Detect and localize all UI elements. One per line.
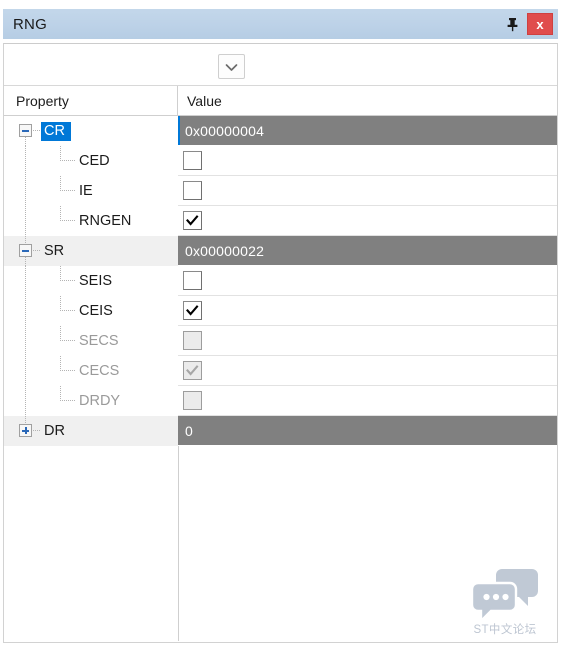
selection-edge (178, 116, 180, 145)
column-header-value[interactable]: Value (178, 86, 557, 115)
pin-icon[interactable] (499, 11, 525, 37)
table-row[interactable]: SECS (4, 326, 557, 356)
register-value: 0x00000004 (185, 122, 265, 139)
row-property-cell[interactable]: SR (4, 236, 178, 266)
row-property-cell[interactable]: DRDY (4, 386, 178, 416)
checkbox-checked-icon[interactable] (183, 211, 202, 230)
row-value-cell[interactable] (178, 296, 557, 326)
row-label: DR (41, 423, 68, 439)
expander-collapse-icon[interactable] (19, 124, 32, 137)
table-row[interactable]: CR 0x00000004 (4, 116, 557, 146)
table-row[interactable]: SEIS (4, 266, 557, 296)
row-label: CED (79, 153, 110, 169)
row-value-cell (178, 326, 557, 356)
table-row[interactable]: DRDY (4, 386, 557, 416)
table-row[interactable]: DR 0 (4, 416, 557, 446)
row-label: SEIS (79, 273, 113, 289)
checkbox-unchecked-icon[interactable] (183, 181, 202, 200)
checkbox-unchecked-icon[interactable] (183, 151, 202, 170)
row-property-cell[interactable]: CED (4, 146, 178, 176)
rng-register-panel: RNG x Property Value CR 0x00000004 CED I… (0, 0, 561, 646)
grid-body: CR 0x00000004 CED IE RNGEN SR 0x00000022… (4, 116, 557, 641)
row-value-cell[interactable] (178, 206, 557, 236)
table-row[interactable]: CED (4, 146, 557, 176)
row-value-cell[interactable] (178, 146, 557, 176)
row-value-cell[interactable]: 0 (178, 416, 557, 446)
checkbox-unchecked-icon[interactable] (183, 271, 202, 290)
row-label: RNGEN (79, 213, 132, 229)
row-property-cell[interactable]: DR (4, 416, 178, 446)
table-row[interactable]: RNGEN (4, 206, 557, 236)
row-property-cell[interactable]: CEIS (4, 296, 178, 326)
row-label: CR (41, 121, 71, 141)
row-label: CECS (79, 363, 120, 379)
tree-guides (4, 236, 178, 266)
row-property-cell[interactable]: SEIS (4, 266, 178, 296)
checkbox-checked-icon[interactable] (183, 301, 202, 320)
row-property-cell[interactable]: SECS (4, 326, 178, 356)
row-value-cell[interactable]: 0x00000004 (178, 116, 557, 146)
tree-guides (4, 116, 178, 146)
table-row[interactable]: CEIS (4, 296, 557, 326)
peripheral-selector-row (4, 44, 557, 86)
row-property-cell[interactable]: CECS (4, 356, 178, 386)
register-value: 0 (185, 422, 193, 439)
expander-expand-icon[interactable] (19, 424, 32, 437)
row-value-cell[interactable]: 0x00000022 (178, 236, 557, 266)
row-property-cell[interactable]: CR (4, 116, 178, 146)
row-label: IE (79, 183, 93, 199)
close-button[interactable]: x (527, 13, 553, 35)
row-property-cell[interactable]: IE (4, 176, 178, 206)
checkbox-disabled-checked-icon (183, 361, 202, 380)
row-label: CEIS (79, 303, 113, 319)
register-value: 0x00000022 (185, 242, 265, 259)
checkbox-disabled-unchecked-icon (183, 391, 202, 410)
column-header-property[interactable]: Property (4, 86, 178, 115)
expander-collapse-icon[interactable] (19, 244, 32, 257)
panel-titlebar: RNG x (3, 9, 558, 39)
row-label: SECS (79, 333, 119, 349)
panel-content: Property Value CR 0x00000004 CED IE RNGE… (3, 43, 558, 643)
row-value-cell (178, 386, 557, 416)
row-value-cell[interactable] (178, 176, 557, 206)
tree-guides (4, 416, 178, 446)
checkbox-disabled-unchecked-icon (183, 331, 202, 350)
row-property-cell[interactable]: RNGEN (4, 206, 178, 236)
table-row[interactable]: CECS (4, 356, 557, 386)
row-label: SR (41, 243, 68, 259)
panel-title: RNG (13, 15, 47, 33)
table-row[interactable]: SR 0x00000022 (4, 236, 557, 266)
row-label: DRDY (79, 393, 121, 409)
grid-header: Property Value (4, 86, 557, 116)
table-row[interactable]: IE (4, 176, 557, 206)
chevron-down-icon[interactable] (218, 54, 245, 79)
row-value-cell[interactable] (178, 266, 557, 296)
row-value-cell (178, 356, 557, 386)
